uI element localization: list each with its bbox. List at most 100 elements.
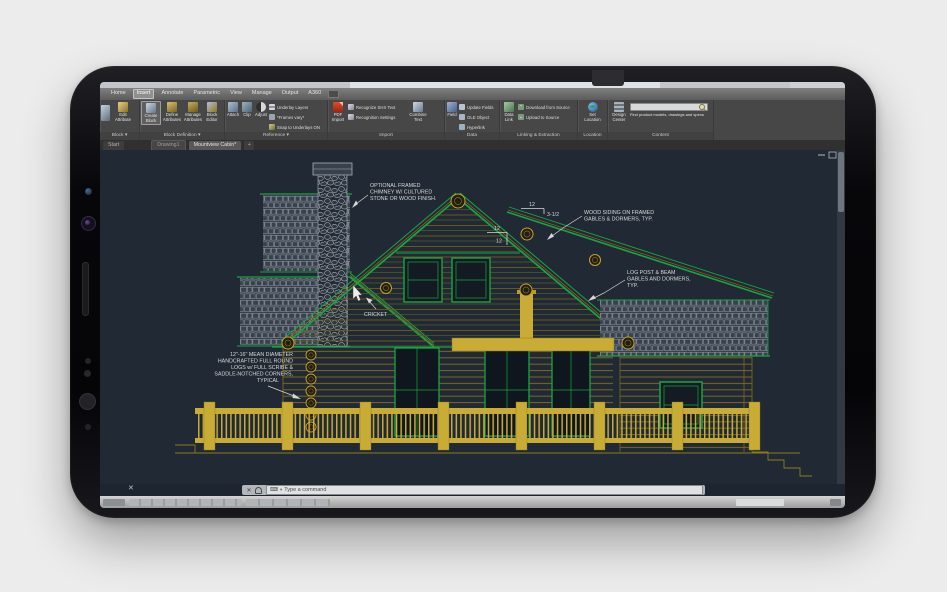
- snap-icon: [269, 124, 275, 130]
- command-close-icon[interactable]: ✕: [246, 487, 251, 494]
- adjust-icon: [256, 102, 266, 112]
- panel-data: Field Update Fields OLE Object Hyperlink…: [445, 100, 500, 140]
- svg-text:STONE OR WOOD FINISH.: STONE OR WOOD FINISH.: [370, 196, 436, 202]
- status-bar: [100, 496, 845, 508]
- status-annotation-scale[interactable]: [736, 499, 784, 506]
- svg-text:3-1/2: 3-1/2: [547, 212, 559, 218]
- panel-label-reference[interactable]: Reference ▾: [225, 132, 327, 140]
- panel-label-data[interactable]: Data: [445, 132, 499, 140]
- field-icon: [447, 102, 457, 112]
- express-tools-icon[interactable]: [328, 90, 339, 98]
- define-attributes-button[interactable]: Define Attributes: [162, 101, 182, 123]
- block-editor-button[interactable]: Block Editor: [204, 101, 220, 123]
- drawing-canvas[interactable]: OPTIONAL FRAMED CHIMNEY W/ CULTURED STON…: [100, 150, 845, 484]
- tab-a360[interactable]: A360: [305, 90, 324, 98]
- annotation-siding: WOOD SIDING ON FRAMED: [584, 210, 654, 216]
- panel-block-definition: Create Block Define Attributes Manage At…: [140, 100, 225, 140]
- front-camera: [81, 216, 96, 231]
- status-snap-toggles[interactable]: [129, 499, 241, 506]
- tab-insert[interactable]: Insert: [133, 89, 155, 99]
- status-model-button[interactable]: [103, 499, 125, 506]
- download-from-source-button[interactable]: Download from Source: [518, 103, 574, 111]
- block-editor-icon: [207, 102, 217, 112]
- clip-button[interactable]: Clip: [241, 101, 253, 118]
- frames-dropdown[interactable]: *Frames vary*: [269, 113, 325, 121]
- hyperlink-button[interactable]: Hyperlink: [459, 123, 497, 131]
- panel-block: Edit Attribute Block ▾: [100, 100, 140, 140]
- scrollbar-thumb[interactable]: [838, 152, 844, 212]
- svg-text:LOGS w/ FULL SCRIBE &: LOGS w/ FULL SCRIBE &: [231, 365, 293, 371]
- field-button[interactable]: Field: [446, 101, 458, 118]
- define-attributes-icon: [167, 102, 177, 112]
- recognize-shx-text-button[interactable]: Recognize SHX Text: [348, 103, 408, 111]
- attach-icon: [228, 102, 238, 112]
- pdf-import-button[interactable]: PDF Import: [329, 101, 347, 123]
- create-block-icon: [146, 103, 156, 113]
- palette-close-icon[interactable]: ✕: [128, 485, 134, 492]
- ole-object-button[interactable]: OLE Object: [459, 113, 497, 121]
- viewport-window-controls[interactable]: [818, 152, 836, 158]
- file-tab-mountview-cabin[interactable]: Mountview Cabin*: [189, 141, 242, 150]
- tab-manage[interactable]: Manage: [249, 90, 275, 98]
- content-search-input[interactable]: [630, 103, 708, 111]
- combine-text-icon: [413, 102, 423, 112]
- adjust-button[interactable]: Adjust: [254, 101, 268, 118]
- page-background: Home Insert Annotate Parametric View Man…: [0, 0, 947, 592]
- create-block-button[interactable]: Create Block: [141, 101, 161, 125]
- svg-text:12: 12: [494, 226, 500, 232]
- status-drafting-toggles[interactable]: [246, 499, 330, 506]
- frame-icon: [269, 114, 275, 120]
- hyperlink-icon: [459, 124, 465, 130]
- tab-output[interactable]: Output: [279, 90, 302, 98]
- annotation-post-beam: LOG POST & BEAM: [627, 270, 675, 276]
- file-tab-drawing1[interactable]: Drawing1: [151, 140, 185, 150]
- design-center-button[interactable]: Design Center: [609, 101, 629, 123]
- tab-home[interactable]: Home: [108, 90, 129, 98]
- tab-parametric[interactable]: Parametric: [190, 90, 223, 98]
- content-caption: Find product models, drawings and specs: [630, 112, 708, 117]
- upload-to-source-button[interactable]: Upload to Source: [518, 113, 574, 121]
- edit-attribute-button[interactable]: Edit Attribute: [111, 101, 135, 123]
- phone-screen: Home Insert Annotate Parametric View Man…: [100, 82, 845, 508]
- panel-linking: Data Link Download from Source Upload to…: [500, 100, 578, 140]
- panel-label-block[interactable]: Block ▾: [100, 132, 139, 140]
- combine-text-button[interactable]: Combine Text: [409, 101, 427, 123]
- recent-commands-caret-icon[interactable]: ▾: [280, 487, 282, 493]
- tab-view[interactable]: View: [227, 90, 245, 98]
- status-customize-button[interactable]: [830, 499, 841, 506]
- ole-object-icon: [459, 114, 465, 120]
- tab-annotate[interactable]: Annotate: [158, 90, 186, 98]
- svg-text:12: 12: [496, 239, 502, 245]
- clip-icon: [242, 102, 252, 112]
- annotation-logs: 12"-16" MEAN DIAMETER: [230, 352, 293, 358]
- underlay-layers-button[interactable]: Underlay Layers: [269, 103, 325, 111]
- panel-label-block-definition[interactable]: Block Definition ▾: [140, 132, 224, 140]
- phone-frame: Home Insert Annotate Parametric View Man…: [70, 66, 876, 518]
- panel-label-linking[interactable]: Linking & Extraction: [500, 132, 577, 140]
- panel-label-location[interactable]: Location: [578, 132, 607, 140]
- recognition-settings-button[interactable]: Recognition Settings: [348, 113, 408, 121]
- panel-label-content[interactable]: Content: [608, 132, 713, 140]
- svg-text:12: 12: [529, 202, 535, 208]
- command-prompt-text: Type a command: [284, 487, 326, 493]
- insert-block-button[interactable]: [101, 101, 110, 121]
- manage-attributes-icon: [188, 102, 198, 112]
- panel-label-import[interactable]: Import: [328, 132, 444, 140]
- command-input[interactable]: ⌨ ▾ Type a command: [266, 485, 703, 495]
- set-location-button[interactable]: Set Location: [582, 101, 604, 123]
- new-tab-button[interactable]: +: [244, 141, 254, 150]
- manage-attributes-button[interactable]: Manage Attributes: [183, 101, 203, 123]
- attach-button[interactable]: Attach: [226, 101, 240, 118]
- file-tab-start[interactable]: Start: [103, 141, 124, 150]
- keyboard-icon: ⌨: [270, 487, 278, 493]
- iris-sensor: [85, 188, 92, 195]
- panel-location: Set Location Location: [578, 100, 608, 140]
- command-line-row: ✕ ✕ ⌨ ▾ Type a command: [100, 484, 845, 496]
- customize-icon[interactable]: [255, 487, 262, 494]
- snap-to-underlays-button[interactable]: Snap to Underlays ON: [269, 123, 325, 131]
- panel-content: Design Center Find product models, drawi…: [608, 100, 714, 140]
- annotation-chimney: OPTIONAL FRAMED: [370, 183, 421, 189]
- svg-text:HANDCRAFTED FULL ROUND: HANDCRAFTED FULL ROUND: [218, 359, 293, 365]
- update-fields-button[interactable]: Update Fields: [459, 103, 497, 111]
- data-link-button[interactable]: Data Link: [501, 101, 517, 123]
